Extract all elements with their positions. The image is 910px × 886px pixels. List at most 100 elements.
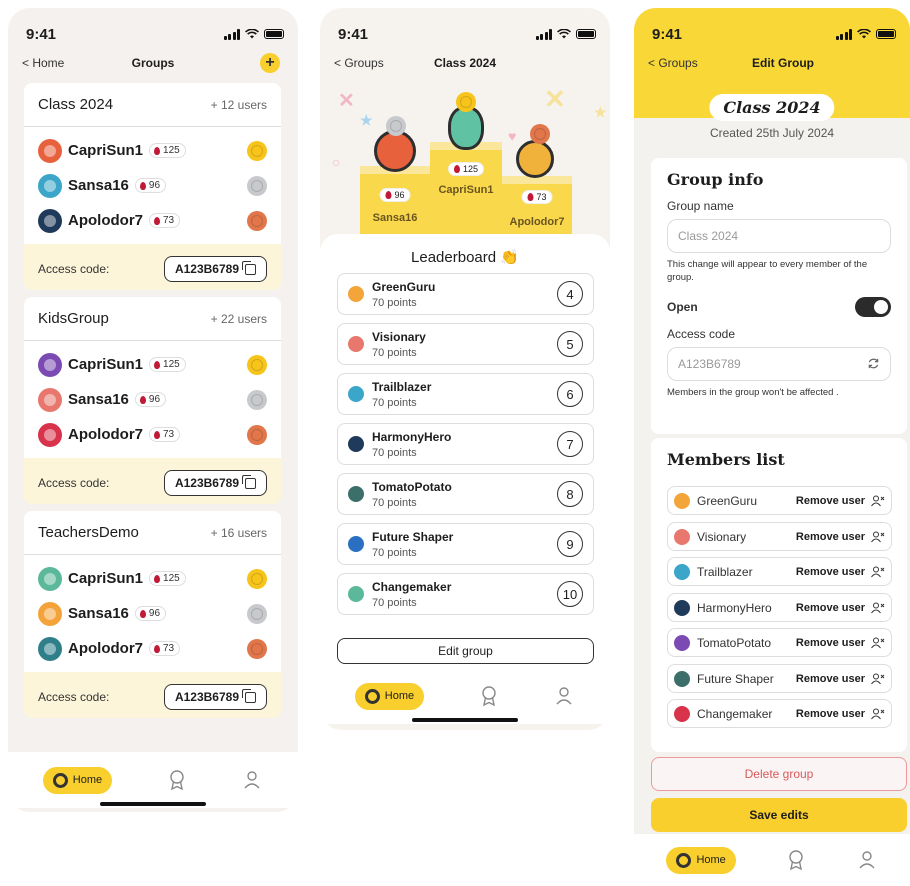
remove-user-button[interactable]: Remove user	[796, 708, 885, 720]
leaderboard-row[interactable]: Changemaker 70 points 10	[337, 573, 594, 615]
status-bar: 9:41	[26, 25, 284, 43]
avatar	[674, 528, 690, 545]
member-name: CapriSun1	[68, 570, 144, 587]
leaderboard-name: Changemaker	[372, 579, 452, 594]
leaderboard-title: Leaderboard 👏	[320, 248, 610, 266]
tab-home-label: Home	[384, 690, 415, 702]
remove-user-icon	[871, 566, 885, 577]
access-code-value: A123B6789	[174, 262, 239, 276]
leaderboard-row[interactable]: TomatoPotato 70 points 8	[337, 473, 594, 515]
tab-home-label: Home	[696, 854, 726, 866]
group-header: TeachersDemo + 16 users	[24, 511, 281, 555]
leaderboard-row[interactable]: Trailblazer 70 points 6	[337, 373, 594, 415]
nav-bar: < Groups Edit Group	[648, 52, 896, 74]
member-row: CapriSun1 125	[24, 561, 281, 596]
remove-user-icon	[871, 708, 885, 719]
points-value: 96	[148, 608, 161, 619]
status-time: 9:41	[26, 25, 57, 43]
group-name-label: Group name	[667, 199, 734, 213]
back-button[interactable]: < Groups	[648, 56, 698, 70]
open-toggle[interactable]	[855, 296, 891, 317]
leaderboard-name: TomatoPotato	[372, 479, 452, 494]
member-name: TomatoPotato	[697, 635, 772, 650]
avatar	[38, 352, 62, 377]
copy-code-button[interactable]: A123B6789	[163, 684, 267, 710]
copy-code-button[interactable]: A123B6789	[163, 470, 267, 496]
drop-icon	[139, 609, 146, 618]
remove-user-button[interactable]: Remove user	[796, 602, 885, 614]
leaderboard-name: Future Shaper	[372, 529, 454, 544]
back-button[interactable]: < Home	[22, 56, 64, 70]
add-group-button[interactable]: +	[260, 53, 280, 73]
drop-icon	[139, 181, 146, 190]
member-name: Apolodor7	[68, 640, 143, 657]
delete-group-button[interactable]: Delete group	[651, 757, 907, 791]
access-code-input[interactable]: A123B6789	[667, 346, 891, 381]
podium-name: CapriSun1	[438, 184, 494, 196]
tab-home[interactable]: Home	[354, 682, 425, 710]
member-name: Changemaker	[697, 706, 773, 721]
podium-name: Apolodor7	[509, 216, 565, 228]
access-code-value: A123B6789	[174, 476, 239, 490]
star-decoration-icon: ★	[594, 104, 607, 120]
remove-user-button[interactable]: Remove user	[796, 673, 885, 685]
avatar	[674, 492, 690, 509]
access-code-row: Access code: A123B6789	[24, 244, 281, 290]
award-icon[interactable]	[785, 849, 807, 871]
avatar	[348, 586, 364, 602]
group-name: KidsGroup	[38, 310, 109, 327]
remove-user-button[interactable]: Remove user	[796, 495, 885, 507]
remove-user-button[interactable]: Remove user	[796, 637, 885, 649]
profile-icon[interactable]	[553, 685, 575, 707]
avatar	[674, 670, 690, 687]
edit-group-button[interactable]: Edit group	[337, 638, 594, 664]
award-icon[interactable]	[478, 685, 500, 707]
copy-code-button[interactable]: A123B6789	[163, 256, 267, 282]
member-name: Trailblazer	[697, 564, 753, 579]
group-card[interactable]: Class 2024 + 12 users CapriSun1 125 Sansa…	[24, 83, 281, 290]
remove-user-label: Remove user	[795, 707, 865, 720]
rank-badge: 9	[557, 531, 583, 557]
tab-home[interactable]: Home	[42, 766, 113, 794]
remove-user-icon	[871, 673, 885, 684]
avatar	[38, 636, 62, 661]
group-name-input[interactable]: Class 2024	[667, 219, 891, 253]
podium: ✕ ★ ✕ ★ ♥ ○ 96 Sansa16 125 CapriSun1 73 …	[320, 84, 610, 244]
points-value: 96	[148, 394, 161, 405]
remove-user-button[interactable]: Remove user	[796, 531, 885, 543]
status-bar: 9:41	[338, 25, 596, 43]
group-name: Class 2024	[38, 96, 114, 113]
avatar	[348, 536, 364, 552]
profile-icon[interactable]	[241, 769, 263, 791]
remove-user-label: Remove user	[795, 672, 865, 685]
avatar	[674, 599, 690, 616]
leaderboard-row[interactable]: HarmonyHero 70 points 7	[337, 423, 594, 465]
access-code-label: Access code:	[38, 690, 110, 704]
drop-icon	[527, 193, 534, 201]
avatar	[374, 130, 416, 172]
group-user-count: + 22 users	[210, 311, 267, 326]
remove-user-button[interactable]: Remove user	[796, 566, 885, 578]
avatar	[38, 566, 62, 591]
leaderboard-row[interactable]: Future Shaper 70 points 9	[337, 523, 594, 565]
points-badge: 96	[134, 606, 167, 621]
points-value: 73	[536, 192, 547, 202]
profile-icon[interactable]	[856, 849, 878, 871]
save-edits-button[interactable]: Save edits	[651, 798, 907, 832]
status-time: 9:41	[338, 25, 369, 43]
points-badge: 125	[149, 571, 186, 586]
rank-badge: 5	[557, 331, 583, 357]
tab-home[interactable]: Home	[666, 846, 736, 874]
leaderboard-name: Visionary	[372, 329, 426, 344]
leaderboard-row[interactable]: Visionary 70 points 5	[337, 323, 594, 365]
award-icon[interactable]	[166, 769, 188, 791]
leaderboard-row[interactable]: GreenGuru 70 points 4	[337, 273, 594, 315]
group-card[interactable]: TeachersDemo + 16 users CapriSun1 125 San…	[24, 511, 281, 718]
points-value: 125	[462, 164, 479, 174]
back-button[interactable]: < Groups	[334, 56, 384, 70]
refresh-icon[interactable]	[867, 357, 880, 370]
group-card[interactable]: KidsGroup + 22 users CapriSun1 125 Sansa1…	[24, 297, 281, 504]
avatar	[38, 387, 62, 412]
star-decoration-icon: ★	[360, 112, 373, 128]
member-row: Trailblazer Remove user	[667, 557, 892, 586]
